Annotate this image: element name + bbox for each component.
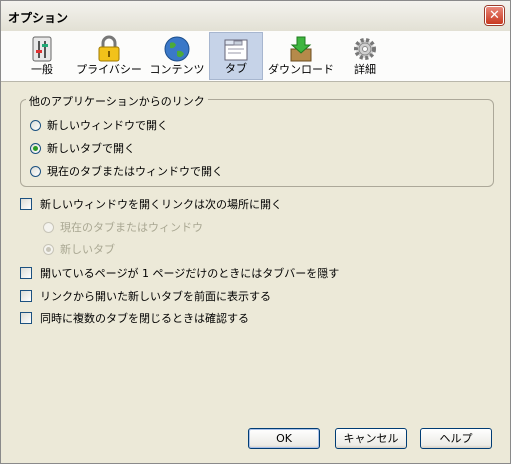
radio-new-tab: 新しいタブ [43, 242, 115, 256]
close-button[interactable]: ✕ [485, 6, 504, 25]
tab-content[interactable]: コンテンツ [147, 32, 207, 80]
radio-current-tab-or-window: 現在のタブまたはウィンドウ [43, 220, 203, 234]
checkbox-label: リンクから開いた新しいタブを前面に表示する [40, 290, 271, 303]
download-box-icon [290, 36, 312, 62]
radio-open-new-tab[interactable]: 新しいタブで開く [30, 141, 135, 155]
close-icon: ✕ [489, 8, 500, 23]
group-title: 他のアプリケーションからのリンク [26, 93, 208, 109]
radio-open-new-window[interactable]: 新しいウィンドウで開く [30, 118, 168, 132]
checkbox[interactable] [20, 267, 32, 279]
tab-label: 一般 [31, 63, 53, 76]
radio-button[interactable] [30, 142, 41, 154]
checkbox-new-window-links[interactable]: 新しいウィンドウを開くリンクは次の場所に開く [20, 197, 282, 211]
radio-label: 新しいタブ [60, 243, 115, 256]
checkbox-label: 新しいウィンドウを開くリンクは次の場所に開く [40, 198, 282, 211]
tab-label: タブ [225, 62, 247, 75]
checkbox[interactable] [20, 312, 32, 324]
radio-label: 現在のタブまたはウィンドウ [60, 221, 203, 234]
radio-button [43, 221, 54, 233]
category-toolbar: 一般 プライバシー コンテンツ タブ ダウンロード 詳細 [1, 31, 510, 82]
checkbox[interactable] [20, 290, 32, 302]
globe-icon [164, 36, 190, 62]
radio-button[interactable] [30, 165, 41, 177]
radio-open-current[interactable]: 現在のタブまたはウィンドウで開く [30, 164, 223, 178]
tab-tabs[interactable]: タブ [209, 32, 263, 80]
gear-icon [354, 38, 376, 60]
lock-icon [98, 35, 120, 62]
tab-advanced[interactable]: 詳細 [339, 32, 391, 80]
checkbox-hide-tabbar[interactable]: 開いているページが 1 ページだけのときにはタブバーを隠す [20, 266, 339, 280]
ok-button[interactable]: OK [248, 428, 320, 449]
tab-label: コンテンツ [149, 63, 205, 76]
tab-label: 詳細 [354, 63, 376, 76]
options-dialog: オプション ✕ 一般 プライバシー コンテンツ タブ ダウンロード 詳細 他のア… [0, 0, 511, 464]
tab-label: ダウンロード [268, 63, 334, 76]
checkbox[interactable] [20, 198, 32, 210]
radio-button [43, 243, 54, 255]
tab-privacy[interactable]: プライバシー [73, 32, 145, 80]
title-bar[interactable]: オプション ✕ [1, 1, 510, 32]
window-title: オプション [8, 11, 69, 25]
checkbox-label: 開いているページが 1 ページだけのときにはタブバーを隠す [40, 267, 340, 280]
checkbox-focus-new-tab[interactable]: リンクから開いた新しいタブを前面に表示する [20, 289, 271, 303]
radio-label: 新しいウィンドウで開く [47, 119, 168, 132]
cancel-button[interactable]: キャンセル [335, 428, 407, 449]
radio-label: 現在のタブまたはウィンドウで開く [47, 165, 223, 178]
radio-label: 新しいタブで開く [47, 142, 135, 155]
tab-downloads[interactable]: ダウンロード [265, 32, 337, 80]
tab-general[interactable]: 一般 [13, 32, 71, 80]
radio-button[interactable] [30, 119, 41, 131]
tab-label: プライバシー [76, 63, 142, 76]
sliders-icon [32, 36, 52, 62]
checkbox-confirm-close-tabs[interactable]: 同時に複数のタブを閉じるときは確認する [20, 311, 249, 325]
checkbox-label: 同時に複数のタブを閉じるときは確認する [40, 312, 249, 325]
help-button[interactable]: ヘルプ [420, 428, 492, 449]
